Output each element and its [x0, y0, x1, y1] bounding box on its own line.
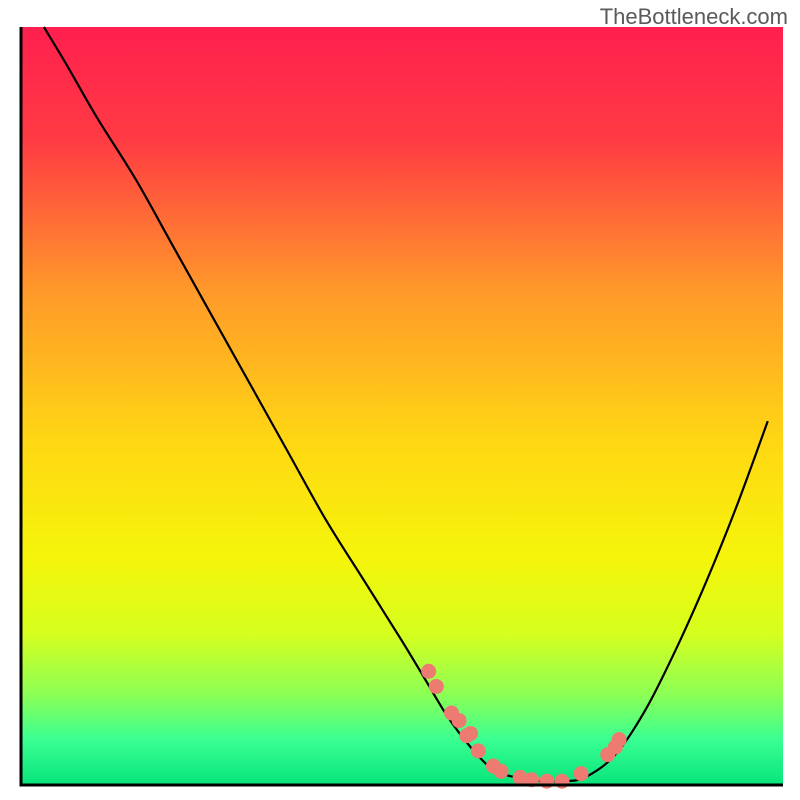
data-point [471, 743, 486, 758]
data-point [444, 705, 459, 720]
plot-background [21, 27, 783, 785]
bottleneck-chart [0, 0, 800, 800]
watermark-text: TheBottleneck.com [600, 4, 788, 30]
chart-container: TheBottleneck.com [0, 0, 800, 800]
data-point [463, 726, 478, 741]
data-point [612, 732, 627, 747]
data-point [494, 764, 509, 779]
data-point [574, 766, 589, 781]
data-point [429, 679, 444, 694]
data-point [421, 664, 436, 679]
